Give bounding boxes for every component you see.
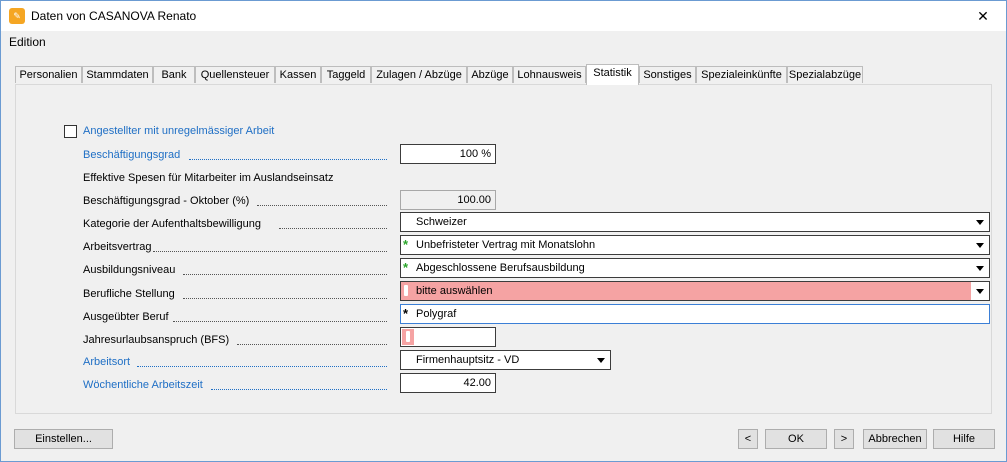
vacation-field[interactable] xyxy=(400,327,496,347)
error-exclamation-icon xyxy=(406,331,410,342)
employment-rate-october-label: Beschäftigungsgrad - Oktober (%) xyxy=(83,195,250,207)
occupation-field[interactable]: * Polygraf xyxy=(400,304,990,324)
chevron-down-icon xyxy=(976,266,984,271)
close-icon: ✕ xyxy=(977,8,989,24)
contract-label: Arbeitsvertrag xyxy=(83,241,152,253)
tab-statistik[interactable]: Statistik xyxy=(586,64,639,85)
tab-spezialeinkuenfte[interactable]: Spezialeinkünfte xyxy=(696,66,787,83)
employment-rate-october-field: 100.00 xyxy=(400,190,496,210)
position-value: bitte auswählen xyxy=(416,285,493,297)
employment-rate-october-dots xyxy=(257,204,387,206)
chevron-down-icon xyxy=(976,289,984,294)
tab-stammdaten[interactable]: Stammdaten xyxy=(82,66,153,83)
occupation-dots xyxy=(173,320,387,322)
weekly-hours-field[interactable]: 42.00 xyxy=(400,373,496,393)
education-select[interactable]: * Abgeschlossene Berufsausbildung xyxy=(400,258,990,278)
tab-zulagen-abzuege[interactable]: Zulagen / Abzüge xyxy=(371,66,467,83)
chevron-down-icon xyxy=(976,243,984,248)
tab-kassen[interactable]: Kassen xyxy=(275,66,321,83)
tab-quellensteuer[interactable]: Quellensteuer xyxy=(195,66,275,83)
irregular-work-label[interactable]: Angestellter mit unregelmässiger Arbeit xyxy=(83,125,274,137)
employment-rate-dots xyxy=(189,158,387,160)
contract-dots xyxy=(153,250,387,252)
employment-rate-field[interactable]: 100 % xyxy=(400,144,496,164)
workplace-dots xyxy=(137,365,387,367)
menu-bar: Edition xyxy=(1,31,1006,53)
settings-button[interactable]: Einstellen... xyxy=(14,429,113,449)
tab-abzuege[interactable]: Abzüge xyxy=(467,66,513,83)
required-star-icon: * xyxy=(403,306,409,321)
tab-taggeld[interactable]: Taggeld xyxy=(321,66,371,83)
title-bar: ✎ Daten von CASANOVA Renato ✕ xyxy=(1,1,1006,31)
error-exclamation-icon xyxy=(404,285,408,296)
weekly-hours-dots xyxy=(211,388,387,390)
tab-personalien[interactable]: Personalien xyxy=(15,66,82,83)
workplace-label[interactable]: Arbeitsort xyxy=(83,356,130,368)
chevron-down-icon xyxy=(976,220,984,225)
contract-select[interactable]: * Unbefristeter Vertrag mit Monatslohn xyxy=(400,235,990,255)
position-label: Berufliche Stellung xyxy=(83,288,175,300)
residence-permit-dots xyxy=(279,227,387,229)
chevron-down-icon xyxy=(597,358,605,363)
ok-button[interactable]: OK xyxy=(765,429,827,449)
occupation-label: Ausgeübter Beruf xyxy=(83,311,169,323)
residence-permit-value: Schweizer xyxy=(416,216,467,228)
position-dots xyxy=(183,297,387,299)
tab-spezialabzuege[interactable]: Spezialabzüge xyxy=(787,66,863,83)
required-star-icon: * xyxy=(403,260,409,275)
education-dots xyxy=(183,273,387,275)
cancel-button[interactable]: Abbrechen xyxy=(863,429,927,449)
menu-edition[interactable]: Edition xyxy=(9,35,46,49)
residence-permit-select[interactable]: Schweizer xyxy=(400,212,990,232)
help-button[interactable]: Hilfe xyxy=(933,429,995,449)
vacation-dots xyxy=(237,343,387,345)
weekly-hours-label[interactable]: Wöchentliche Arbeitszeit xyxy=(83,379,203,391)
position-select[interactable]: bitte auswählen xyxy=(400,281,990,301)
tab-sonstiges[interactable]: Sonstiges xyxy=(639,66,696,83)
contract-value: Unbefristeter Vertrag mit Monatslohn xyxy=(416,239,596,251)
close-button[interactable]: ✕ xyxy=(960,1,1006,31)
residence-permit-label: Kategorie der Aufenthaltsbewilligung xyxy=(83,218,261,230)
required-star-icon: * xyxy=(403,237,409,252)
window-title: Daten von CASANOVA Renato xyxy=(31,9,197,23)
workplace-value: Firmenhauptsitz - VD xyxy=(416,354,520,366)
vacation-label: Jahresurlaubsanspruch (BFS) xyxy=(83,334,230,346)
workplace-select[interactable]: Firmenhauptsitz - VD xyxy=(400,350,611,370)
prev-button[interactable]: < xyxy=(738,429,758,449)
irregular-work-checkbox[interactable] xyxy=(64,125,77,138)
next-button[interactable]: > xyxy=(834,429,854,449)
employee-data-window: ✎ Daten von CASANOVA Renato ✕ Edition Pe… xyxy=(0,0,1007,462)
tab-lohnausweis[interactable]: Lohnausweis xyxy=(513,66,586,83)
education-label: Ausbildungsniveau xyxy=(83,264,176,276)
employment-rate-label[interactable]: Beschäftigungsgrad xyxy=(83,149,180,161)
occupation-value: Polygraf xyxy=(416,308,457,320)
expenses-heading: Effektive Spesen für Mitarbeiter im Ausl… xyxy=(83,172,334,184)
education-value: Abgeschlossene Berufsausbildung xyxy=(416,262,585,274)
tab-bank[interactable]: Bank xyxy=(153,66,195,83)
app-icon: ✎ xyxy=(9,8,25,24)
